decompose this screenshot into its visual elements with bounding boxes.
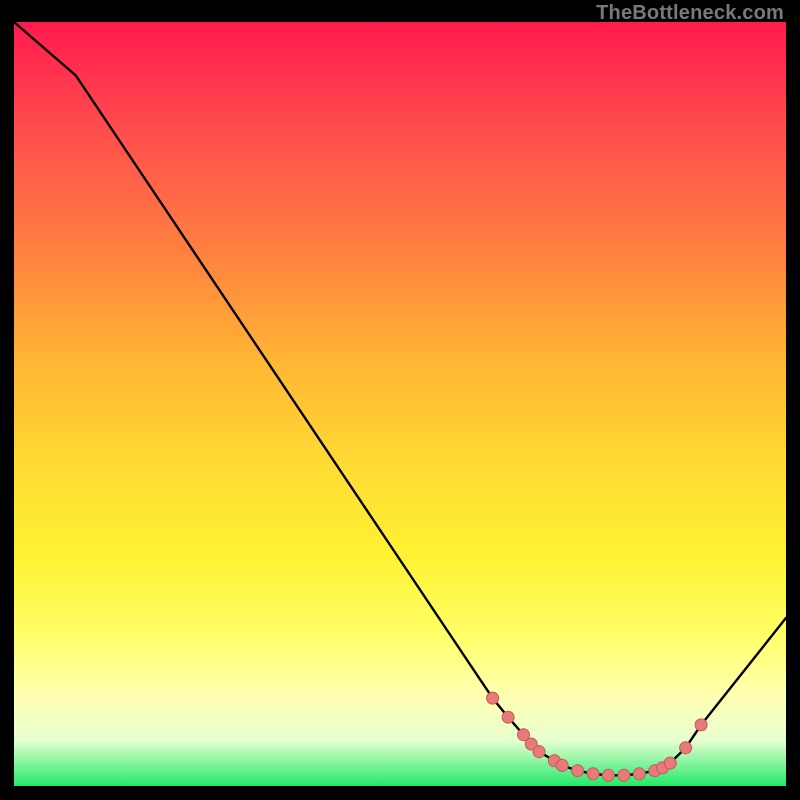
curve-svg bbox=[14, 22, 786, 786]
data-marker bbox=[633, 768, 645, 780]
data-marker bbox=[602, 769, 614, 781]
data-marker bbox=[664, 757, 676, 769]
data-marker bbox=[487, 692, 499, 704]
curve-markers bbox=[487, 692, 707, 781]
curve-line bbox=[14, 22, 786, 775]
data-marker bbox=[572, 765, 584, 777]
data-marker bbox=[533, 746, 545, 758]
plot-area bbox=[14, 22, 786, 786]
data-marker bbox=[556, 759, 568, 771]
data-marker bbox=[680, 742, 692, 754]
chart-stage: TheBottleneck.com bbox=[0, 0, 800, 800]
data-marker bbox=[695, 719, 707, 731]
data-marker bbox=[618, 769, 630, 781]
data-marker bbox=[587, 768, 599, 780]
data-marker bbox=[502, 711, 514, 723]
